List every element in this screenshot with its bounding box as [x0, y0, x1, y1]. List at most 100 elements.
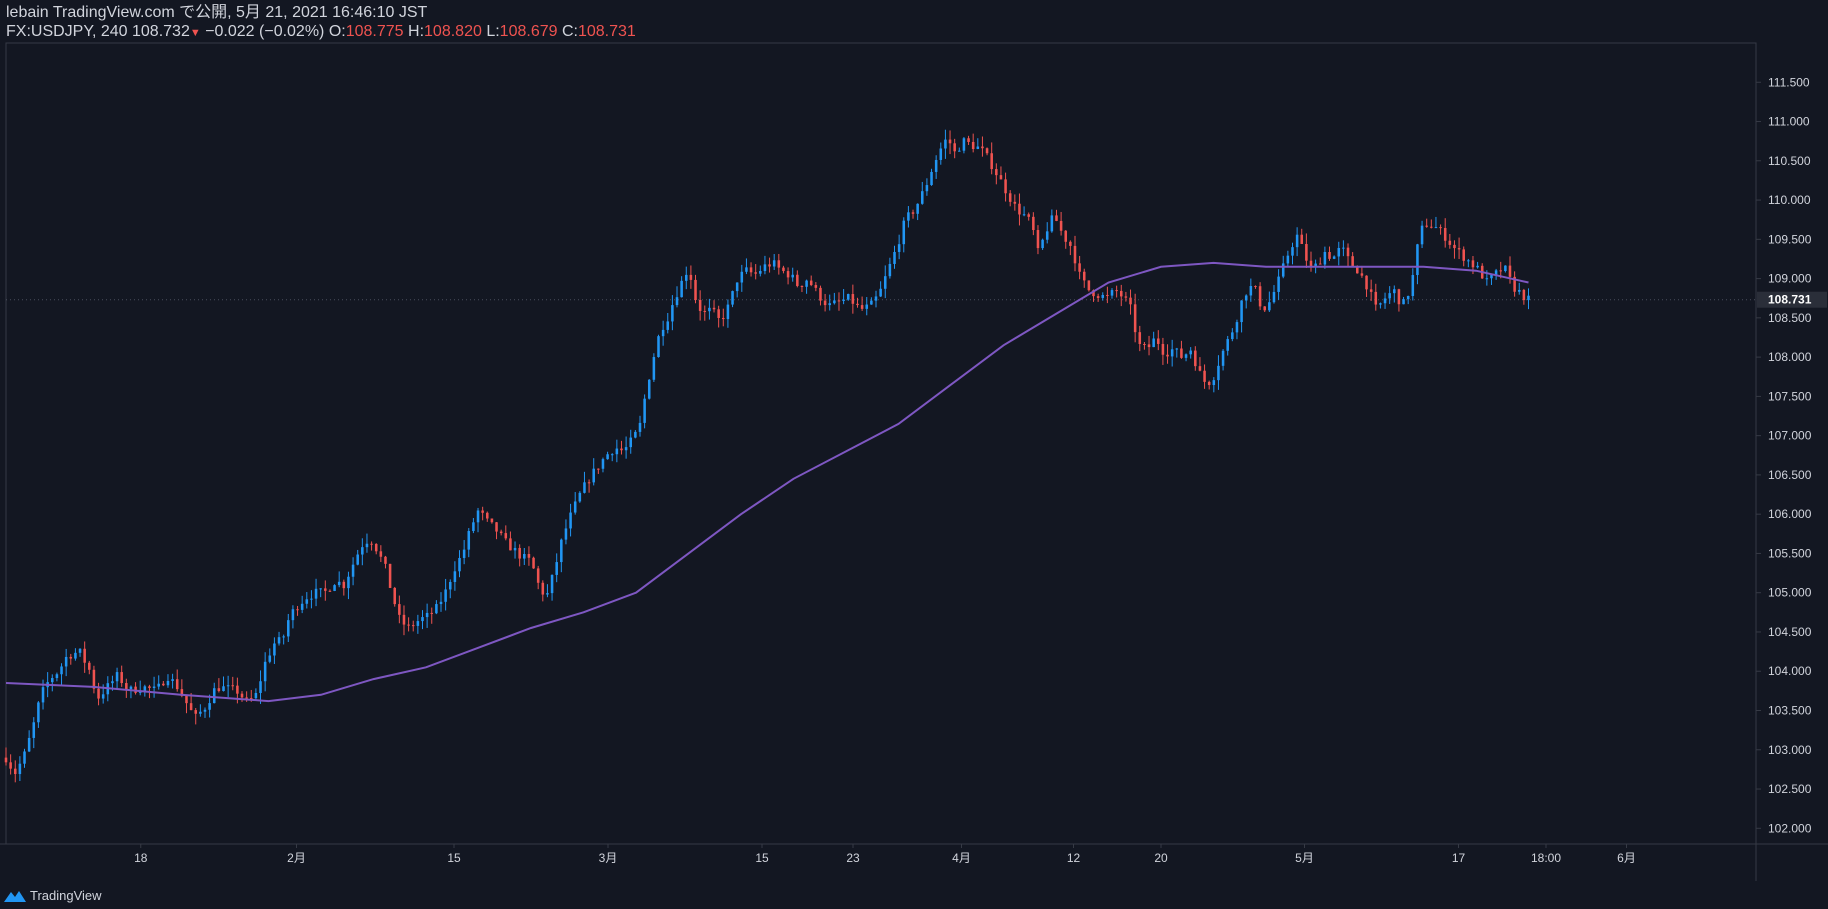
candle [1147, 344, 1151, 348]
candle [1281, 263, 1285, 277]
candle [1161, 343, 1165, 355]
candle [472, 522, 475, 532]
footer: TradingView [4, 888, 102, 903]
candle [675, 297, 679, 306]
candle [967, 138, 970, 142]
candle [638, 422, 642, 432]
candle [435, 604, 438, 614]
candle [291, 609, 295, 621]
candle [1471, 260, 1475, 268]
candle [1443, 228, 1447, 241]
candle [1388, 293, 1391, 299]
candle [1439, 227, 1442, 229]
candle [740, 271, 744, 283]
candle [347, 576, 350, 589]
candle [1096, 296, 1100, 298]
candle [860, 305, 864, 309]
candle [1231, 332, 1234, 340]
candle [883, 276, 887, 289]
candle [647, 379, 651, 399]
candle [268, 655, 272, 662]
x-tick-label: 6月 [1617, 851, 1636, 865]
candle [985, 148, 989, 154]
candle [425, 612, 429, 618]
candle [995, 169, 998, 176]
candle [971, 141, 975, 150]
candle [708, 307, 711, 312]
candle [1351, 256, 1354, 267]
y-tick-label: 104.000 [1768, 664, 1812, 678]
candle [911, 212, 915, 214]
candle [421, 617, 424, 622]
candle [990, 153, 993, 170]
candle [1226, 339, 1229, 351]
candle [1453, 244, 1456, 249]
candle [953, 143, 956, 152]
candle [786, 271, 790, 278]
candle [1258, 286, 1262, 307]
candle [842, 299, 845, 301]
candle [324, 588, 327, 591]
candle [1379, 303, 1382, 305]
x-tick-label: 18:00 [1531, 851, 1561, 865]
candle [772, 260, 776, 267]
last-price-label: 108.731 [1768, 293, 1812, 307]
candle [1517, 289, 1521, 292]
candle [930, 171, 933, 186]
candle [194, 710, 198, 714]
candle [809, 280, 813, 286]
moving-average-line [5, 261, 1529, 703]
candle [1059, 220, 1063, 231]
candle [717, 309, 720, 318]
candle [384, 556, 387, 564]
candle [1022, 214, 1026, 216]
candle [1425, 225, 1428, 227]
candle [791, 274, 794, 278]
price-chart[interactable]: 102.000 102.500 103.000 103.500 104.000 104.5… [0, 0, 1828, 909]
candle [1393, 289, 1396, 294]
candle [879, 288, 882, 297]
candle [1467, 260, 1470, 262]
candle [97, 688, 100, 699]
candle [698, 299, 702, 311]
candle [1476, 265, 1479, 268]
candle [1490, 274, 1493, 279]
candle [907, 212, 910, 221]
candle [615, 448, 619, 455]
candle [152, 686, 156, 689]
candle [231, 685, 235, 687]
candle [287, 620, 290, 637]
y-tick-label: 111.000 [1768, 115, 1810, 129]
candle [1073, 245, 1077, 264]
candle [513, 547, 517, 551]
candle [902, 220, 906, 245]
candle [462, 549, 466, 558]
candle [1235, 322, 1239, 333]
candle [846, 294, 850, 300]
candle [833, 300, 836, 304]
candle [1203, 370, 1206, 382]
candle [374, 543, 378, 552]
candle [624, 447, 628, 451]
candle [245, 697, 248, 699]
candle [874, 296, 878, 301]
candle [212, 688, 216, 704]
candle [1078, 263, 1081, 272]
x-tick-label: 4月 [952, 851, 971, 865]
candle [444, 589, 447, 602]
candle [606, 454, 609, 460]
candle [69, 656, 73, 659]
candle [1045, 231, 1049, 240]
candle [763, 264, 767, 271]
candle [171, 679, 174, 681]
candle [1291, 247, 1294, 256]
y-tick-label: 110.500 [1768, 154, 1811, 168]
candle [1402, 299, 1405, 305]
candle [819, 287, 822, 301]
x-tick-label: 5月 [1295, 851, 1314, 865]
candle [1189, 350, 1192, 355]
candle [254, 692, 258, 699]
candle [51, 678, 54, 683]
candle [1157, 338, 1160, 344]
candle [129, 686, 133, 690]
